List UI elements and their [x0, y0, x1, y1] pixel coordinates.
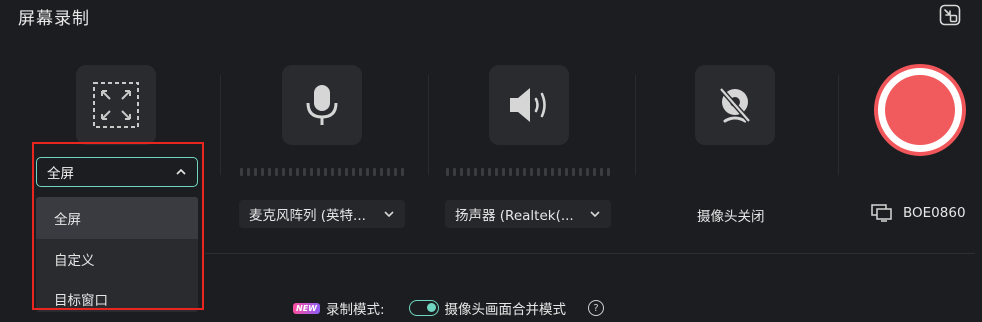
camera-off-icon	[719, 87, 751, 123]
speaker-device-select[interactable]: 扬声器 (Realtek(...	[445, 200, 611, 228]
region-selected-label: 全屏	[47, 166, 74, 182]
speaker-icon	[510, 88, 546, 122]
divider	[838, 75, 839, 175]
microphone-device-label: 麦克风阵列 (英特...	[249, 208, 366, 224]
camera-status: 摄像头关闭	[697, 209, 765, 225]
record-mode-label: 录制模式:	[325, 302, 385, 318]
speaker-device-label: 扬声器 (Realtek(...	[455, 208, 574, 224]
microphone-tile[interactable]	[282, 65, 362, 145]
window-title: 屏幕录制	[18, 9, 90, 29]
monitor-select[interactable]: BOE0860	[871, 204, 966, 222]
fullscreen-select-icon	[93, 82, 139, 128]
help-icon[interactable]: ?	[588, 300, 605, 316]
monitor-name: BOE0860	[903, 205, 966, 221]
region-tile[interactable]	[76, 65, 156, 145]
menu-item-label: 目标窗口	[54, 293, 108, 309]
help-glyph: ?	[593, 302, 599, 314]
region-option-fullscreen[interactable]: 全屏	[36, 197, 198, 239]
camera-tile[interactable]	[695, 65, 775, 145]
speaker-level-meter	[446, 168, 610, 176]
monitor-icon	[871, 204, 892, 222]
chevron-down-icon	[590, 211, 600, 218]
screen-recorder-panel: 屏幕录制 麦克风阵列 (英特... 扬声器 (Realtek(... 摄像头关闭…	[0, 0, 982, 322]
speaker-tile[interactable]	[489, 65, 569, 145]
merge-mode-toggle[interactable]	[408, 300, 439, 316]
microphone-icon	[306, 85, 338, 125]
new-badge: NEW	[293, 302, 320, 314]
record-mode-row: NEW 录制模式: 摄像头画面合并模式 ?	[293, 298, 605, 318]
exit-window-icon	[939, 4, 961, 26]
exit-window-button[interactable]	[938, 3, 962, 27]
microphone-device-select[interactable]: 麦克风阵列 (英特...	[239, 200, 405, 228]
region-select[interactable]: 全屏	[36, 157, 198, 187]
section-divider	[205, 253, 975, 254]
chevron-up-icon	[176, 168, 186, 175]
region-option-target-window[interactable]: 目标窗口	[36, 279, 198, 312]
region-option-custom[interactable]: 自定义	[36, 239, 198, 279]
microphone-level-meter	[240, 168, 404, 176]
chevron-down-icon	[384, 211, 394, 218]
region-menu: 全屏 自定义 目标窗口	[36, 197, 198, 312]
divider	[428, 75, 429, 175]
menu-item-label: 自定义	[54, 253, 95, 269]
menu-item-label: 全屏	[54, 212, 81, 228]
record-button[interactable]	[874, 64, 966, 156]
record-button-core	[885, 75, 955, 145]
merge-mode-label: 摄像头画面合并模式	[444, 302, 567, 318]
toggle-knob	[426, 303, 436, 312]
divider	[635, 75, 636, 175]
divider	[220, 75, 221, 175]
